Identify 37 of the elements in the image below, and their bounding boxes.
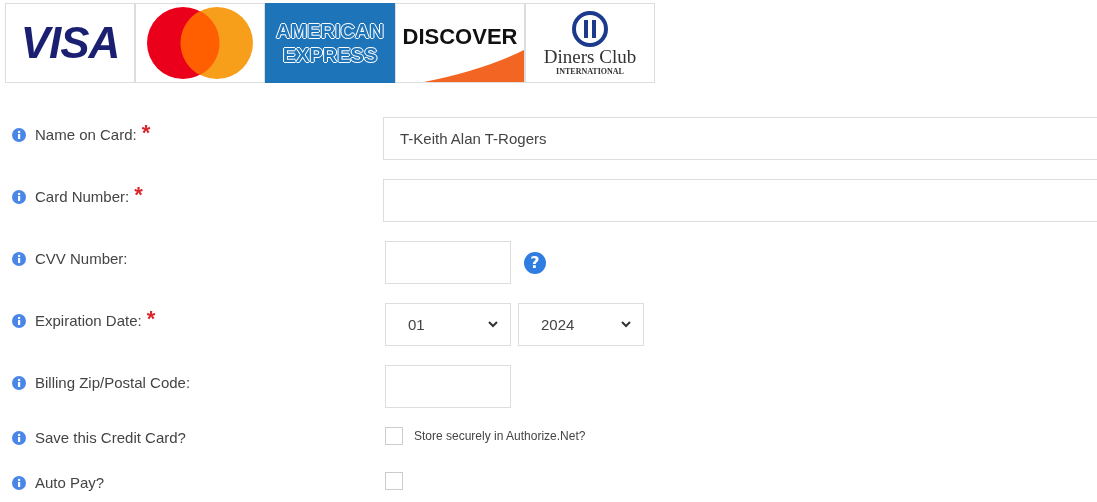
info-icon[interactable] <box>12 375 26 390</box>
required-mark: * <box>141 126 151 140</box>
checkbox-label: Store securely in Authorize.Net? <box>414 429 586 443</box>
checkbox[interactable] <box>385 427 403 445</box>
logo-text: Diners Club <box>543 46 637 67</box>
field-label: Save this Credit Card? <box>35 429 186 446</box>
field-label: Billing Zip/Postal Code: <box>35 374 191 391</box>
checkbox[interactable] <box>385 472 403 490</box>
info-icon[interactable] <box>12 251 26 266</box>
logo-text: EXPRESS <box>282 43 378 67</box>
swoosh-icon <box>424 50 524 82</box>
text-field[interactable]: T-Keith Alan T-Rogers <box>383 117 1097 160</box>
info-icon[interactable] <box>12 127 26 142</box>
dropdown[interactable]: 2024 <box>518 303 644 346</box>
info-icon[interactable] <box>12 430 26 445</box>
help-icon[interactable]: ? <box>524 251 546 274</box>
logo-text: DISCOVER <box>402 24 518 50</box>
text-field[interactable] <box>385 241 511 284</box>
info-icon[interactable] <box>12 313 26 328</box>
logo-text: INTERNATIONAL <box>556 66 624 76</box>
field-label: Auto Pay? <box>35 474 105 491</box>
field-label: CVV Number: <box>35 250 128 267</box>
logo-text: AMERICAN <box>276 19 384 43</box>
info-icon[interactable] <box>12 475 26 490</box>
info-icon[interactable] <box>12 189 26 204</box>
ring-icon <box>570 10 610 47</box>
dropdown[interactable]: 01 <box>385 303 511 346</box>
chevron-down-icon <box>488 321 498 328</box>
text-field[interactable] <box>383 179 1097 222</box>
field-label: Card Number: <box>35 188 130 205</box>
text-field[interactable] <box>385 365 511 408</box>
logo-text: VISA <box>20 18 120 68</box>
field-label: Name on Card: <box>35 126 137 143</box>
required-mark: * <box>134 188 143 202</box>
chevron-down-icon <box>621 321 631 328</box>
required-mark: * <box>146 312 156 326</box>
field-label: Expiration Date: <box>35 312 142 329</box>
